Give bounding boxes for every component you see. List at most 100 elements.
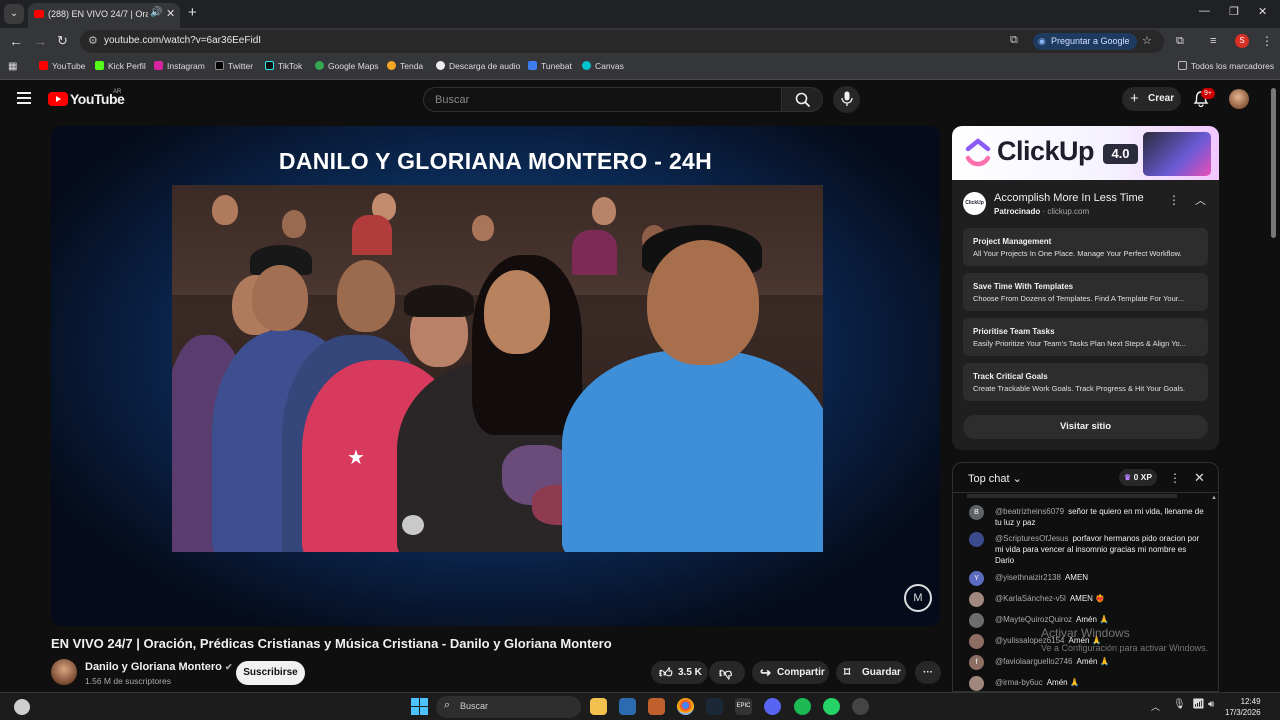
chat-avatar[interactable] xyxy=(969,613,984,628)
hamburger-menu-icon[interactable] xyxy=(17,92,31,107)
chat-avatar[interactable]: Y xyxy=(969,571,984,586)
chat-avatar[interactable] xyxy=(969,676,984,691)
search-button[interactable] xyxy=(781,87,823,112)
tab-search-icon[interactable]: ⌄ xyxy=(4,4,24,24)
store-icon[interactable] xyxy=(619,698,636,715)
sponsored-ad[interactable]: ClickUp 4.0 ClickUp Accomplish More In L… xyxy=(952,126,1219,450)
bookmark-instagram[interactable]: Instagram xyxy=(154,61,205,71)
chat-avatar[interactable] xyxy=(969,592,984,607)
bookmark-canvas[interactable]: Canvas xyxy=(582,61,624,71)
media-controls-icon[interactable]: ≡ xyxy=(1210,35,1216,47)
more-actions-button[interactable]: ··· xyxy=(915,661,941,684)
browser-tab[interactable]: (288) EN VIVO 24/7 | Oración... 🔊 ✕ xyxy=(28,3,180,28)
dislike-button[interactable]: 👎︎ xyxy=(709,661,745,684)
youtube-logo-icon[interactable] xyxy=(48,92,68,106)
bookmark-tenda[interactable]: Tenda xyxy=(387,61,423,71)
like-button[interactable]: 👍︎ 3.5 K xyxy=(651,661,708,684)
chat-avatar[interactable]: f xyxy=(969,655,984,670)
xp-badge[interactable]: ♛ 0 XP xyxy=(1119,469,1157,486)
channel-avatar[interactable] xyxy=(51,659,77,685)
discord-icon[interactable] xyxy=(764,698,781,715)
bookmark-star-icon[interactable]: ☆ xyxy=(1142,34,1152,47)
new-tab-button[interactable]: + xyxy=(188,4,197,21)
youtube-header: YouTube AR Buscar + Crear 9+ xyxy=(0,80,1280,118)
steam-icon[interactable] xyxy=(706,698,723,715)
spotify-icon[interactable] xyxy=(794,698,811,715)
close-chat-icon[interactable]: ✕ xyxy=(1194,470,1205,486)
windows-start-icon[interactable] xyxy=(411,698,428,715)
forward-icon[interactable]: → xyxy=(33,33,47,49)
whatsapp-icon[interactable] xyxy=(823,698,840,715)
visit-site-button[interactable]: Visitar sitio xyxy=(963,415,1208,439)
share-button[interactable]: ↪ Compartir xyxy=(752,661,829,684)
extensions-icon[interactable]: ⧉ xyxy=(1176,35,1184,48)
video-frame-audience: ★ xyxy=(172,185,823,552)
chat-mode-dropdown[interactable]: Top chat ⌄ xyxy=(968,472,1022,485)
subscribe-button[interactable]: Suscribirse xyxy=(236,661,305,685)
app-icon[interactable] xyxy=(648,698,665,715)
ad-sitelink-card[interactable]: Track Critical Goals Create Trackable Wor… xyxy=(963,363,1208,401)
chat-avatar[interactable] xyxy=(969,634,984,649)
close-window-icon[interactable]: ✕ xyxy=(1258,5,1267,18)
site-info-icon[interactable]: ⚙ xyxy=(88,34,98,47)
ad-sitelink-card[interactable]: Save Time With Templates Choose From Doze… xyxy=(963,273,1208,311)
ad-sitelink-card[interactable]: Project Management All Your Projects In O… xyxy=(963,228,1208,266)
tray-overflow-icon[interactable]: ︿ xyxy=(1151,700,1160,713)
chat-avatar[interactable]: B xyxy=(969,505,984,520)
apps-grid-icon[interactable]: ▦ xyxy=(8,61,17,72)
chat-avatar[interactable] xyxy=(969,532,984,547)
windows-activation-title: Activar Windows xyxy=(1041,626,1130,640)
chrome-icon[interactable] xyxy=(677,698,694,715)
cast-icon[interactable]: ⧉ xyxy=(1010,34,1018,47)
bookmark-icon: ⌑ xyxy=(844,665,851,679)
chat-menu-icon[interactable]: ⋮ xyxy=(1169,471,1181,485)
more-menu-icon[interactable]: ⋮ xyxy=(1261,34,1273,48)
wifi-icon[interactable]: 📶︎ xyxy=(1192,699,1205,710)
restore-icon[interactable]: ❐ xyxy=(1229,5,1239,18)
minimize-icon[interactable]: — xyxy=(1199,5,1210,17)
ask-google-button[interactable]: ◉ Preguntar a Google xyxy=(1033,33,1137,50)
ad-sitelink-card[interactable]: Prioritise Team Tasks Easily Prioritize Y… xyxy=(963,318,1208,356)
all-bookmarks[interactable]: Todos los marcadores xyxy=(1178,61,1274,71)
user-avatar[interactable] xyxy=(1229,89,1249,109)
create-button[interactable]: + Crear xyxy=(1122,87,1181,111)
ad-title[interactable]: Accomplish More In Less Time xyxy=(994,192,1144,204)
thumbs-up-icon: 👍︎ xyxy=(659,665,673,680)
bookmark-google-maps[interactable]: Google Maps xyxy=(315,61,379,71)
advertiser-logo[interactable]: ClickUp xyxy=(963,192,986,215)
ad-menu-icon[interactable]: ⋮ xyxy=(1168,193,1180,207)
widgets-icon[interactable] xyxy=(14,699,30,715)
ad-banner[interactable]: ClickUp 4.0 xyxy=(952,126,1219,180)
channel-name[interactable]: Danilo y Gloriana Montero ✔ xyxy=(85,661,233,673)
volume-icon[interactable]: 🔊︎ xyxy=(1208,699,1214,710)
save-button[interactable]: ⌑ Guardar xyxy=(836,661,906,684)
audio-playing-icon[interactable]: 🔊 xyxy=(150,7,162,18)
taskbar-clock[interactable]: 12:49 17/3/2026 xyxy=(1225,696,1261,718)
ad-sponsor-line: Patrocinado · clickup.com xyxy=(994,207,1090,216)
search-input[interactable]: Buscar xyxy=(423,87,782,112)
bookmark-tiktok[interactable]: TikTok xyxy=(265,61,302,71)
subscriber-count: 1.56 M de suscriptores xyxy=(85,676,171,686)
video-player[interactable]: DANILO Y GLORIANA MONTERO - 24H ★ M xyxy=(51,126,940,626)
reload-icon[interactable]: ↻ xyxy=(57,33,68,49)
youtube-favicon-icon xyxy=(34,10,44,18)
collapse-chevron-icon[interactable]: ︿ xyxy=(1195,192,1206,208)
back-icon[interactable]: ← xyxy=(9,33,23,49)
voice-search-button[interactable] xyxy=(833,86,860,113)
epic-games-icon[interactable]: EPIC xyxy=(735,698,752,715)
bookmark-descarga-audio[interactable]: Descarga de audio xyxy=(436,61,520,71)
file-explorer-icon[interactable] xyxy=(590,698,607,715)
chat-scroll-up-icon[interactable]: ▲ xyxy=(1211,495,1217,501)
bookmark-twitter[interactable]: Twitter xyxy=(215,61,253,71)
tab-close-icon[interactable]: ✕ xyxy=(166,7,175,20)
bookmark-youtube[interactable]: YouTube xyxy=(39,61,85,71)
app-icon[interactable] xyxy=(852,698,869,715)
taskbar-search[interactable]: ⌕ Buscar xyxy=(436,696,581,718)
microphone-tray-icon[interactable]: 🎙︎ xyxy=(1173,699,1186,710)
bookmark-kick[interactable]: Kick Perfil xyxy=(95,61,146,71)
page-scrollbar[interactable] xyxy=(1271,88,1276,238)
omnibox[interactable]: ⚙ youtube.com/watch?v=6ar36EeFidI ⧉ ◉ Pre… xyxy=(80,30,1164,53)
search-placeholder: Buscar xyxy=(435,94,470,106)
profile-avatar[interactable]: S xyxy=(1235,34,1249,48)
bookmark-tunebat[interactable]: Tunebat xyxy=(528,61,572,71)
